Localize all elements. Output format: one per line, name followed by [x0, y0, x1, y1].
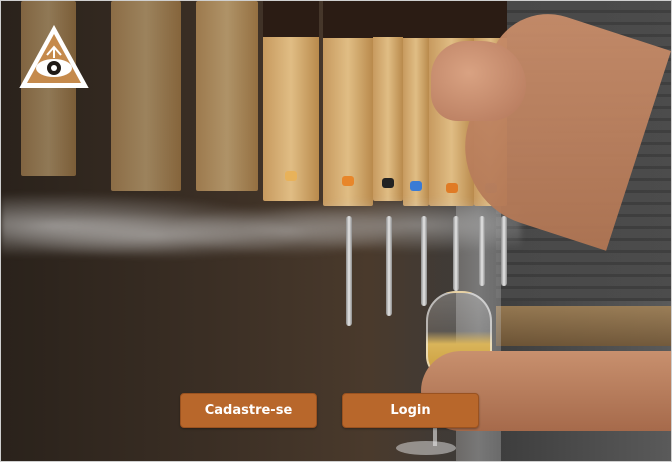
tap-spout	[386, 216, 392, 316]
tap-spout	[501, 216, 507, 286]
tap-handle	[111, 1, 181, 191]
login-button[interactable]: Login	[342, 393, 479, 428]
background-taps-blur	[1, 181, 521, 291]
signup-button-label: Cadastre-se	[204, 403, 293, 418]
signup-button[interactable]: Cadastre-se	[180, 393, 317, 428]
tap-handle	[323, 1, 373, 206]
tap-handle	[263, 1, 319, 201]
login-button-label: Login	[390, 403, 431, 418]
glass-base	[396, 441, 456, 455]
tap-handle	[403, 1, 429, 206]
tap-spout	[421, 216, 427, 306]
tap-spout	[479, 216, 485, 286]
background-shelf	[496, 306, 671, 346]
tap-handle	[196, 1, 258, 191]
landing-screen: Cadastre-se Login	[0, 0, 672, 462]
eye-triangle-logo-icon	[19, 25, 89, 88]
tap-spout	[453, 216, 459, 291]
tap-spout	[346, 216, 352, 326]
bartender-hand	[431, 41, 526, 121]
tap-handle	[373, 1, 403, 201]
